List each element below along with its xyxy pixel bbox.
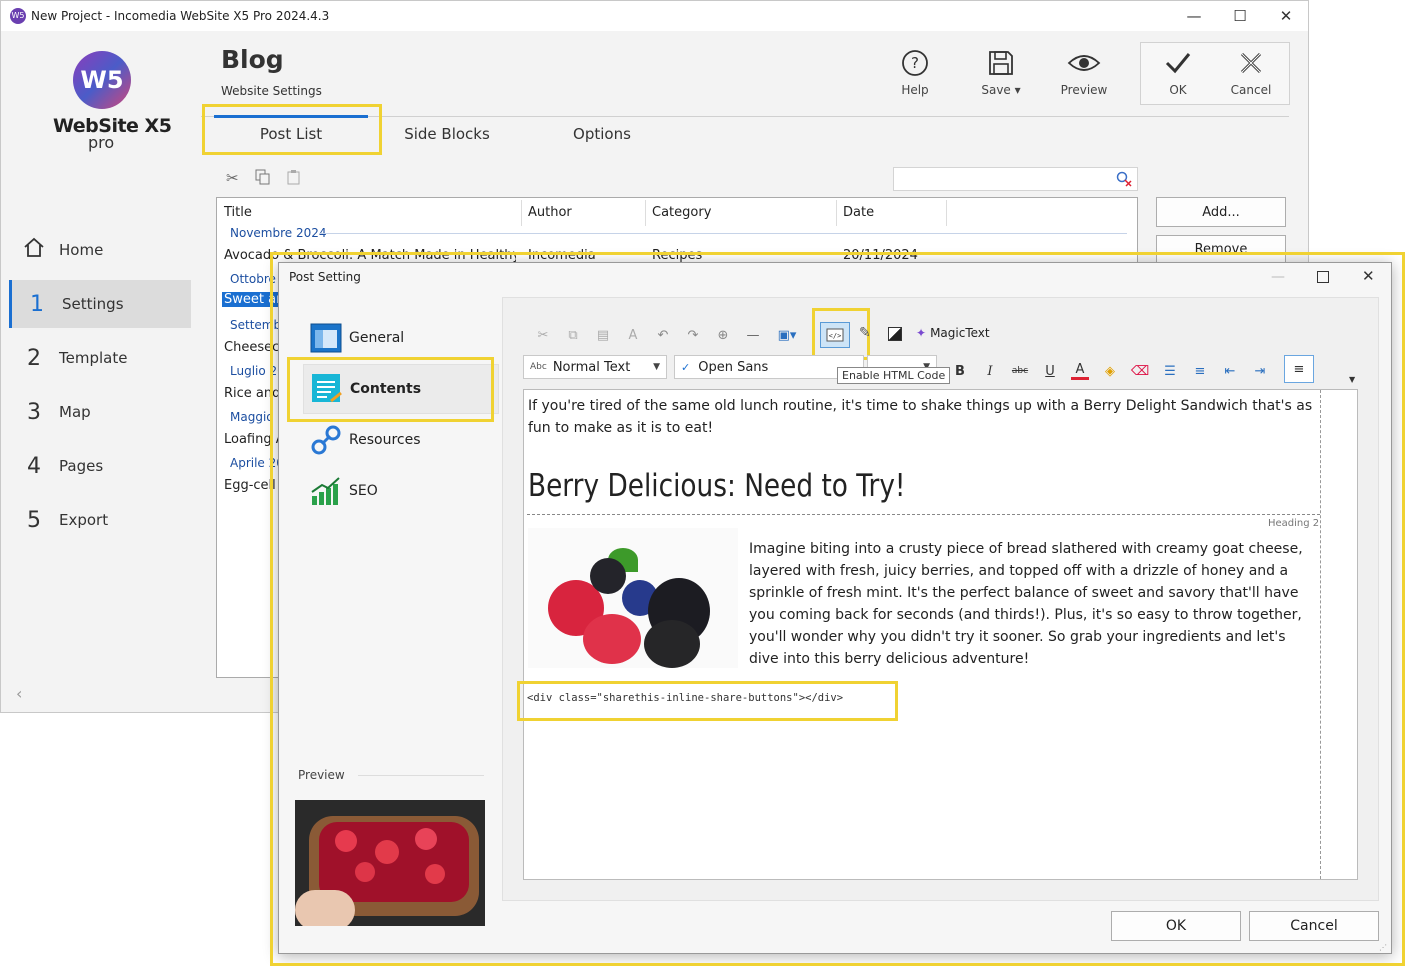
tab-highlight-box	[202, 104, 382, 155]
paste-icon[interactable]	[286, 169, 302, 189]
group-line	[319, 233, 1127, 234]
logo-pro: pro	[88, 133, 115, 152]
ok-toolbar-button[interactable]: OK	[1156, 49, 1200, 97]
table-row-title[interactable]: Egg-cell	[224, 478, 276, 493]
tab-side-blocks[interactable]: Side Blocks	[386, 125, 508, 143]
page-title: Blog	[221, 45, 284, 74]
nav-label: Pages	[59, 457, 104, 475]
search-clear-icon	[1116, 171, 1132, 187]
svg-text:?: ?	[911, 54, 919, 72]
close-window-button[interactable]: ✕	[1263, 1, 1309, 31]
nav-label: Map	[59, 403, 91, 421]
save-label: Save ▾	[981, 83, 1021, 97]
nav-export[interactable]: 5 Export	[9, 496, 191, 544]
col-divider	[946, 200, 947, 226]
nav-template[interactable]: 2 Template	[9, 334, 191, 382]
copy-icon[interactable]	[255, 169, 270, 185]
check-icon	[1165, 53, 1191, 74]
nav-label: Settings	[62, 295, 124, 313]
col-author[interactable]: Author	[528, 205, 572, 220]
cancel-label: Cancel	[1230, 83, 1272, 97]
window-title: New Project - Incomedia WebSite X5 Pro 2…	[31, 9, 330, 23]
nav-number: 1	[30, 291, 44, 317]
col-divider	[836, 200, 837, 226]
nav-home[interactable]: Home	[9, 226, 191, 274]
save-icon	[989, 51, 1013, 75]
search-input[interactable]	[893, 167, 1138, 191]
minimize-button[interactable]: —	[1171, 1, 1217, 31]
nav-settings[interactable]: 1 Settings	[9, 280, 191, 328]
nav-label: Template	[59, 349, 128, 367]
nav-map[interactable]: 3 Map	[9, 388, 191, 436]
cut-icon[interactable]: ✂	[226, 169, 239, 187]
col-divider	[645, 200, 646, 226]
preview-label: Preview	[1060, 83, 1108, 97]
dialog-highlight-box	[270, 252, 1405, 966]
col-divider	[521, 200, 522, 226]
maximize-button[interactable]: ☐	[1217, 1, 1263, 31]
help-icon: ?	[902, 50, 928, 76]
save-button[interactable]: Save ▾	[973, 49, 1029, 97]
nav-pages[interactable]: 4 Pages	[9, 442, 191, 490]
help-label: Help	[901, 83, 929, 97]
eye-icon	[1067, 55, 1101, 71]
logo-icon: W5	[73, 51, 131, 109]
preview-button[interactable]: Preview	[1057, 49, 1111, 97]
col-title[interactable]: Title	[224, 205, 252, 220]
month-group-label: Novembre 2024	[230, 226, 327, 240]
nav-number: 5	[27, 507, 41, 533]
cancel-x-icon	[1240, 52, 1262, 74]
add-button[interactable]: Add...	[1156, 197, 1286, 227]
collapse-nav-button[interactable]: ‹	[16, 684, 22, 703]
nav-number: 4	[27, 453, 41, 479]
app-icon: W5	[10, 8, 26, 24]
ok-label: OK	[1169, 83, 1187, 97]
tab-options[interactable]: Options	[541, 125, 663, 143]
nav-number: 2	[27, 345, 41, 371]
nav-label: Home	[59, 241, 104, 259]
cancel-toolbar-button[interactable]: Cancel	[1227, 49, 1275, 97]
nav-number: 3	[27, 399, 41, 425]
help-button[interactable]: ? Help	[889, 49, 941, 97]
nav-label: Export	[59, 511, 109, 529]
page-subtitle: Website Settings	[221, 84, 322, 98]
col-category[interactable]: Category	[652, 205, 711, 220]
home-icon	[9, 236, 59, 264]
col-date[interactable]: Date	[843, 205, 874, 220]
title-bar: W5 New Project - Incomedia WebSite X5 Pr…	[1, 1, 1308, 31]
